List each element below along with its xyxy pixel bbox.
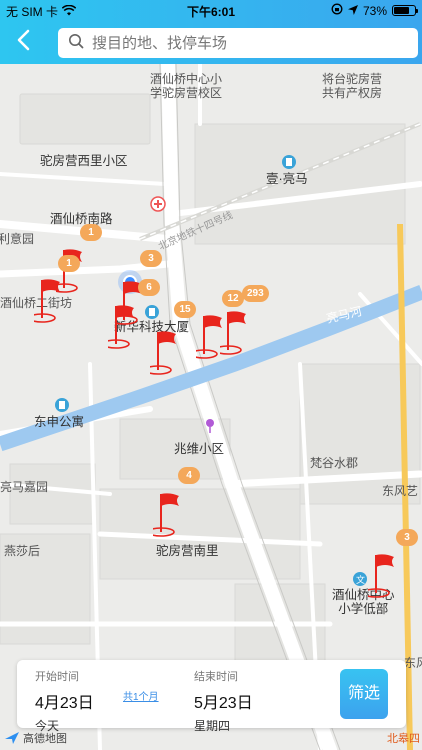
map-label-dongyan: 东风 [404,656,422,670]
parking-count-badge: 4 [178,467,200,484]
parking-count-badge: 3 [396,529,418,546]
end-time-column[interactable]: 结束时间 5月23日 星期四 [194,668,253,734]
parking-count-badge: 1 [80,224,102,241]
parking-count-badge: 1 [58,255,80,272]
map-label-yanshahou: 燕莎后 [4,544,41,558]
start-time-caption: 开始时间 [35,671,79,683]
map-label-fangu: 梵谷水郡 [310,456,359,470]
amap-logo-text: 高德地图 [23,733,67,745]
search-icon [68,33,84,54]
parking-marker[interactable] [220,298,260,358]
hospital-icon [150,196,166,212]
parking-count-badge: 6 [138,279,160,296]
map-label-yiyuan: 利意园 [0,232,35,246]
map-label-liangma-jiayuan: 亮马嘉园 [0,480,49,494]
chevron-left-icon [17,29,30,51]
flag-icon [153,493,179,537]
battery-icon [392,5,418,16]
svg-text:文: 文 [356,574,365,586]
search-input[interactable] [92,34,392,52]
map-label-yiliangma: 壹·亮马 [266,172,308,186]
end-time-caption: 结束时间 [194,671,238,683]
filter-button[interactable]: 筛选 [340,669,388,719]
map-label-tuofangying-west: 驼房营西里小区 [40,154,128,168]
flag-icon [220,311,246,355]
top-bar: 无 SIM 卡 下午6:01 73% [0,0,422,64]
amap-logo: 高德地图 [4,729,67,747]
start-date: 4月23日 [35,695,94,712]
flag-icon [34,279,60,323]
school-icon-poi: 文 [353,572,367,586]
building-icon-poi [55,398,69,412]
end-day: 星期四 [194,719,231,733]
status-right: 73% [331,3,418,18]
rotation-lock-icon [331,3,343,18]
booking-card: 开始时间 4月23日 今天 共1个月 结束时间 5月23日 星期四 筛选 [17,660,406,733]
flag-icon [108,305,134,349]
map-label-dongfeng: 东风艺 [382,484,419,498]
map-label-school-top: 酒仙桥中心小 学驼房营校区 [150,72,223,100]
parking-marker[interactable] [153,480,193,540]
parking-marker[interactable] [108,292,148,352]
parking-marker[interactable] [150,318,190,378]
back-button[interactable] [14,28,42,56]
flag-icon [368,554,394,598]
map-label-tuofangying-south: 驼房营南里 [156,544,219,558]
parking-count-badge: 293 [242,285,269,302]
parking-count-badge: 3 [140,250,162,267]
map-label-jiuxianqiao-south-road: 酒仙桥南路 [50,212,113,226]
search-bar[interactable] [58,28,418,58]
corner-map-label: 北皋四 [387,733,420,745]
parking-marker[interactable] [34,266,74,326]
end-date: 5月23日 [194,695,253,712]
amap-logo-icon [5,732,19,744]
map-view[interactable]: 文 酒仙桥中心小 学驼房营校区 将台驼房营 共有产权房 驼房营西里小区 壹·亮马… [0,64,422,750]
location-arrow-icon [347,4,358,18]
map-label-dongshen: 东申公寓 [34,415,85,429]
battery-percent: 73% [362,3,387,18]
map-label-jiangtai: 将台驼房营 共有产权房 [322,72,383,100]
parking-marker[interactable] [368,541,408,601]
status-bar: 无 SIM 卡 下午6:01 73% [0,0,422,20]
battery-level [394,7,409,14]
parking-count-badge: 15 [174,301,196,318]
duration-label: 共1个月 [123,692,159,703]
flag-icon [150,331,176,375]
map-label-zhaowei: 兆维小区 [174,442,225,456]
building-icon-poi [282,155,296,169]
start-time-column[interactable]: 开始时间 4月23日 今天 [35,668,94,734]
